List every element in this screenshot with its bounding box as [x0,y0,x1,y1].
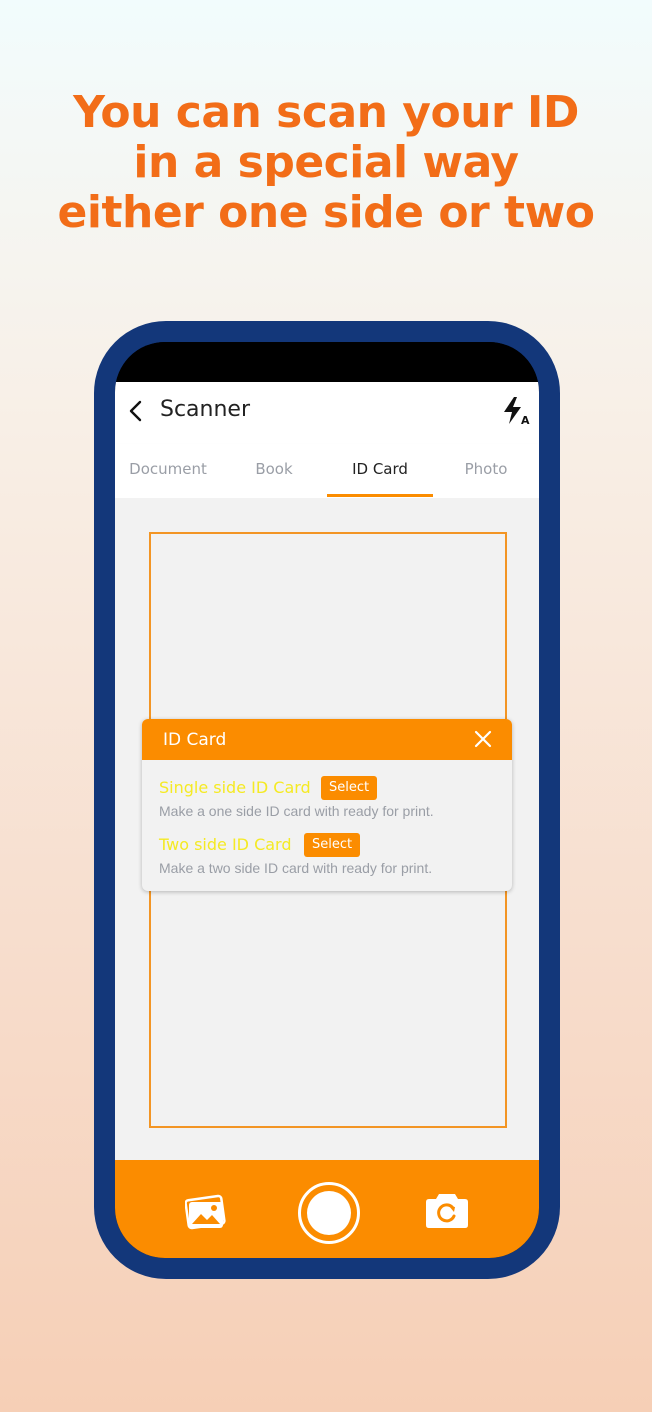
id-card-dialog: ID Card Single side ID Card Select Make … [142,719,512,891]
option-description: Make a two side ID card with ready for p… [159,860,433,876]
tab-id-card[interactable]: ID Card [327,444,433,498]
tab-photo[interactable]: Photo [433,444,539,498]
app-bar: Scanner A [115,382,539,444]
page-title: Scanner [160,397,251,422]
tab-document[interactable]: Document [115,444,221,498]
headline-line-1: You can scan your ID [73,87,579,138]
svg-text:A: A [521,414,530,426]
phone-screen: Scanner A Document Book ID Card Photo ID… [115,342,539,1258]
phone-frame: Scanner A Document Book ID Card Photo ID… [94,321,560,1279]
option-description: Make a one side ID card with ready for p… [159,803,434,819]
select-two-side-button[interactable]: Select [304,833,361,857]
scan-mode-tabs: Document Book ID Card Photo [115,444,539,498]
shutter-button[interactable] [298,1182,360,1244]
dialog-title: ID Card [163,730,227,750]
chevron-left-icon[interactable] [125,399,149,423]
close-icon[interactable] [473,729,493,749]
switch-camera-icon[interactable] [425,1188,469,1230]
option-title: Single side ID Card [159,778,311,797]
headline: You can scan your ID in a special way ei… [0,88,652,238]
select-single-side-button[interactable]: Select [321,776,378,800]
option-title: Two side ID Card [159,835,292,854]
camera-preview: ID Card Single side ID Card Select Make … [115,498,539,1162]
phone-notch [213,342,441,376]
headline-line-3: either one side or two [57,187,595,238]
dialog-header: ID Card [142,719,512,760]
flash-auto-icon[interactable]: A [501,396,531,426]
camera-controls [115,1160,539,1258]
headline-line-2: in a special way [133,137,519,188]
shutter-icon [307,1191,351,1235]
gallery-icon[interactable] [185,1190,227,1230]
tab-book[interactable]: Book [221,444,327,498]
